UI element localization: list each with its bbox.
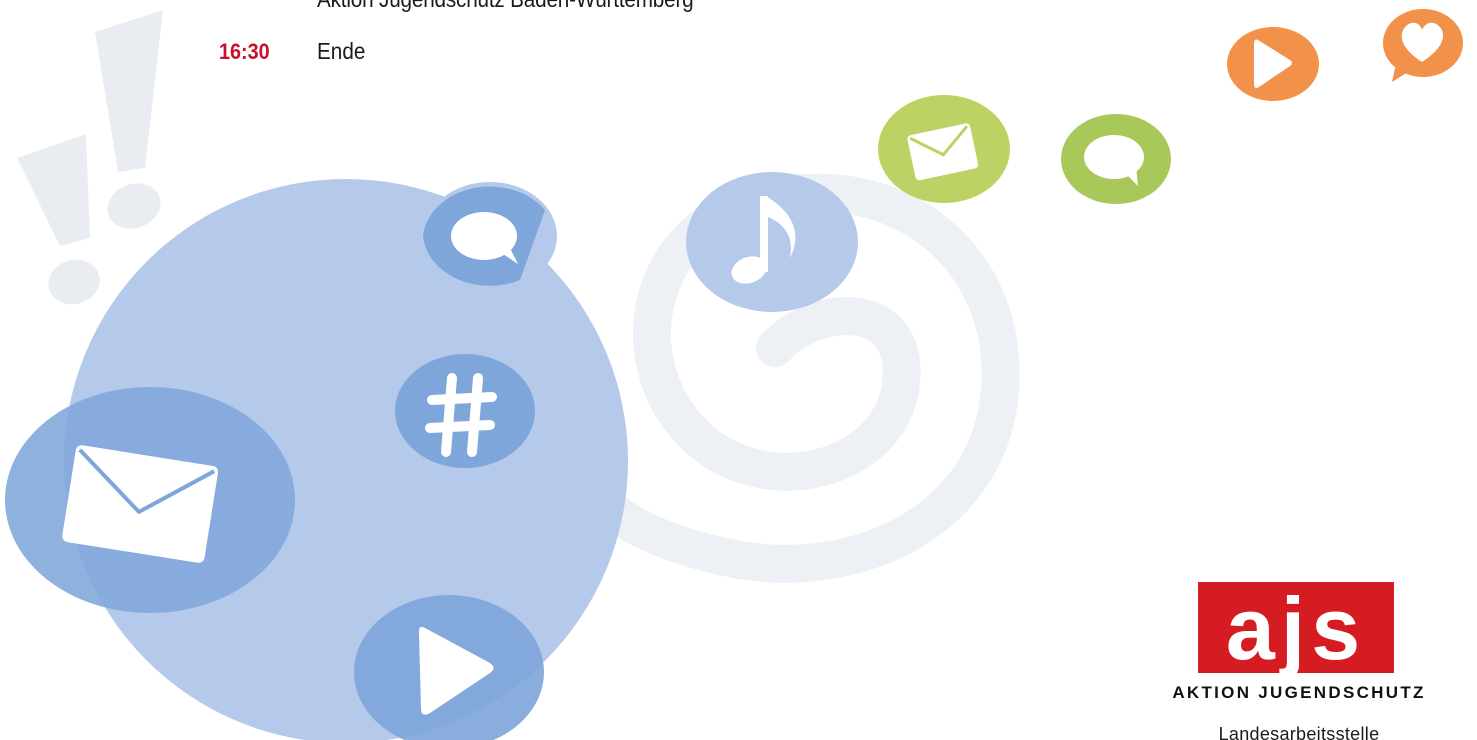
ajs-logo: ajs AKTION JUGENDSCHUTZ Landesarbeitsste…: [1157, 570, 1441, 740]
logo-subtitle: Landesarbeitsstelle: [1218, 724, 1380, 740]
organizer-line: Aktion Jugendschutz Baden-Württemberg: [317, 0, 694, 13]
agenda-time: 16:30: [219, 39, 270, 64]
agenda-title: Ende: [317, 38, 366, 64]
agenda-row: 16:30 Ende: [219, 38, 371, 65]
logo-letters: ajs: [1226, 570, 1366, 678]
hashtag-icon: [395, 354, 535, 468]
chat-bubble-icon: [423, 182, 557, 290]
play-icon: [1227, 27, 1319, 101]
envelope-icon: [878, 95, 1010, 203]
slide: Aktion Jugendschutz Baden-Württemberg 16…: [0, 0, 1477, 740]
logo-name: AKTION JUGENDSCHUTZ: [1172, 683, 1426, 702]
logo-dot: [1293, 570, 1305, 582]
music-note-icon: [686, 172, 858, 312]
heart-chat-icon: [1383, 9, 1463, 82]
logo-letters-text: ajs: [1226, 579, 1366, 678]
envelope-icon: [5, 387, 295, 613]
chat-bubble-icon: [1061, 114, 1171, 204]
